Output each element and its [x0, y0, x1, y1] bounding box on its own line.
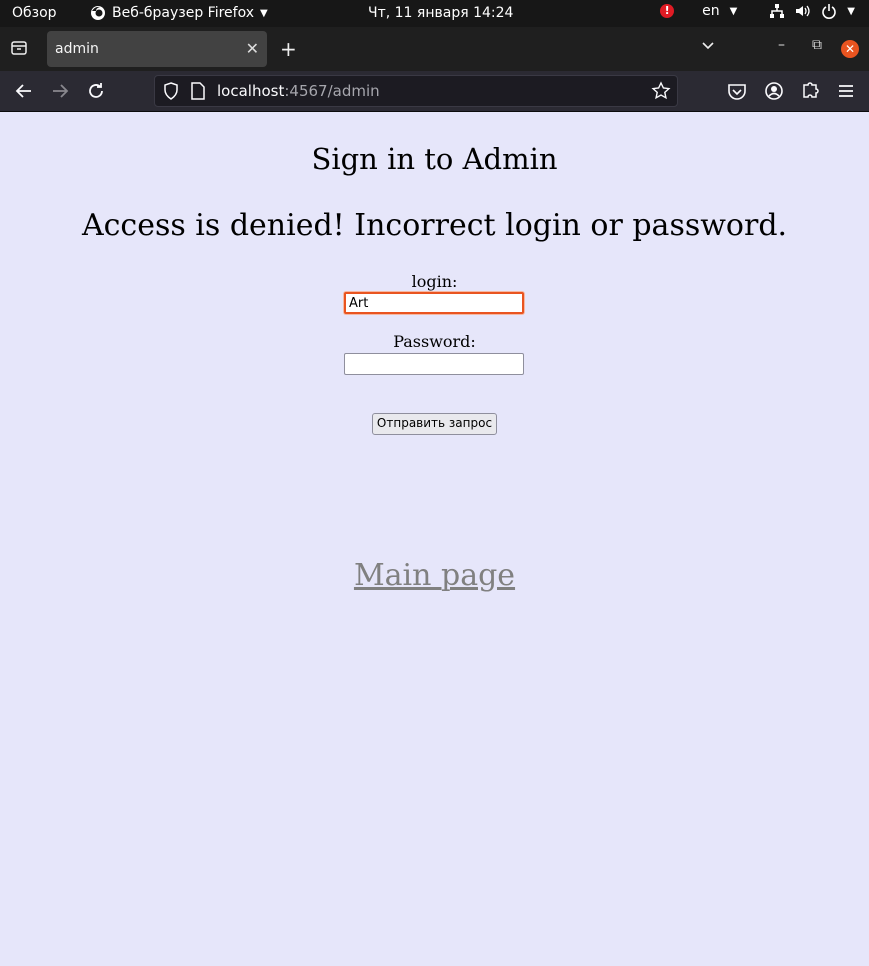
- account-icon[interactable]: [762, 79, 786, 103]
- bookmark-star-icon[interactable]: [651, 81, 671, 101]
- restore-button[interactable]: ⧉: [812, 37, 822, 53]
- tab-admin[interactable]: admin ✕: [47, 31, 267, 67]
- power-icon[interactable]: [821, 3, 837, 19]
- system-tray[interactable]: ! en ▼ ▼: [660, 3, 855, 19]
- chevron-down-icon: ▼: [847, 5, 855, 17]
- password-input[interactable]: [344, 353, 524, 375]
- login-label: login:: [411, 272, 458, 291]
- extensions-icon[interactable]: [798, 79, 822, 103]
- chevron-down-icon: ▼: [260, 7, 268, 19]
- tab-title: admin: [55, 41, 99, 57]
- submit-button[interactable]: Отправить запрос: [372, 413, 497, 435]
- address-bar[interactable]: localhost:4567/admin: [154, 75, 678, 107]
- tab-strip: admin ✕ + – ⧉ ✕: [0, 27, 869, 71]
- chevron-down-icon: ▼: [729, 5, 738, 17]
- window-close-button[interactable]: ✕: [841, 40, 859, 58]
- main-page-link[interactable]: Main page: [0, 558, 869, 593]
- activities-button[interactable]: Обзор: [12, 5, 57, 21]
- minimize-button[interactable]: –: [778, 37, 785, 53]
- firefox-icon: [90, 5, 106, 21]
- url-host: localhost: [217, 82, 285, 100]
- page-info-icon[interactable]: [191, 82, 205, 100]
- error-message: Access is denied! Incorrect login or pas…: [81, 208, 788, 243]
- close-icon[interactable]: ✕: [246, 39, 259, 58]
- reload-icon[interactable]: [84, 79, 108, 103]
- tab-overview-icon[interactable]: [10, 39, 30, 59]
- clock[interactable]: Чт, 11 января 14:24: [368, 5, 513, 21]
- keyboard-layout-indicator[interactable]: en: [702, 3, 720, 19]
- url-path: :4567/admin: [284, 82, 380, 100]
- login-input[interactable]: [344, 292, 524, 314]
- app-name: Веб-браузер Firefox: [112, 5, 255, 21]
- navigation-toolbar: localhost:4567/admin: [0, 71, 869, 112]
- network-icon[interactable]: [769, 3, 785, 19]
- volume-icon[interactable]: [795, 3, 811, 19]
- url-text: localhost:4567/admin: [217, 82, 380, 100]
- menu-icon[interactable]: [834, 79, 858, 103]
- new-tab-button[interactable]: +: [280, 37, 297, 61]
- page-content: Sign in to Admin Access is denied! Incor…: [0, 112, 869, 966]
- page-title: Sign in to Admin: [311, 142, 558, 176]
- tab-list-chevron-icon[interactable]: [700, 37, 716, 53]
- system-top-bar: Обзор Веб-браузер Firefox ▼ Чт, 11 январ…: [0, 0, 869, 27]
- alert-icon[interactable]: !: [660, 4, 675, 18]
- shield-icon[interactable]: [163, 82, 179, 100]
- back-icon[interactable]: [12, 79, 36, 103]
- pocket-icon[interactable]: [725, 79, 749, 103]
- forward-icon[interactable]: [48, 79, 72, 103]
- password-label: Password:: [393, 332, 476, 351]
- app-menu[interactable]: Веб-браузер Firefox ▼: [90, 5, 268, 21]
